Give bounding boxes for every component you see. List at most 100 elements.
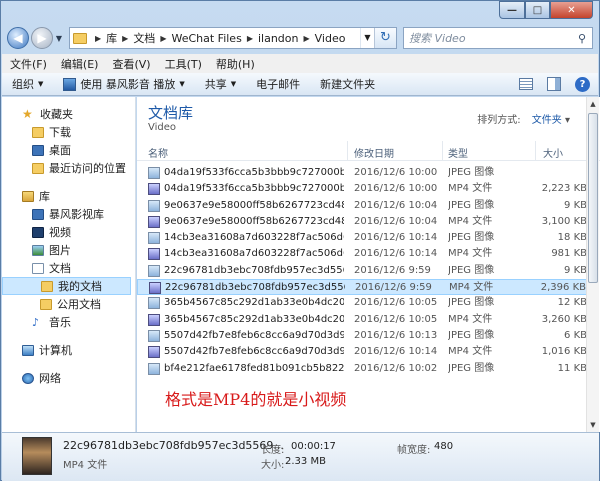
forward-button[interactable]: ▶	[31, 27, 53, 49]
file-row[interactable]: 22c96781db3ebc708fdb957ec3d5569... 2016/1…	[137, 279, 587, 296]
file-row[interactable]: 9e0637e9e58000ff58b6267723cd480... 2016/1…	[137, 198, 587, 214]
search-icon[interactable]: ⚲	[572, 32, 592, 45]
desktop-icon	[32, 144, 44, 156]
details-file-type: MP4 文件	[63, 460, 108, 471]
close-button[interactable]: ✕	[550, 1, 593, 19]
minimize-button[interactable]: —	[499, 1, 525, 19]
column-size[interactable]: 大小	[543, 145, 563, 160]
column-date-modified[interactable]: 修改日期	[354, 145, 394, 160]
file-size: 12 KB	[557, 297, 587, 309]
menu-edit[interactable]: 编辑(E)	[61, 56, 99, 72]
nav-downloads[interactable]: 下载	[2, 123, 135, 141]
menu-tools[interactable]: 工具(T)	[165, 56, 202, 72]
file-type: MP4 文件	[448, 248, 493, 260]
recent-places-icon	[32, 162, 44, 174]
file-size: 9 KB	[564, 199, 587, 211]
breadcrumb-ilandon[interactable]: ilandon	[258, 32, 299, 45]
view-options-icon[interactable]	[519, 78, 533, 90]
scroll-thumb[interactable]	[588, 113, 598, 283]
play-with-button[interactable]: 使用 暴风影音 播放 ▼	[63, 76, 185, 92]
column-name[interactable]: 名称	[148, 145, 168, 160]
new-folder-button[interactable]: 新建文件夹	[320, 76, 375, 92]
preview-pane-icon[interactable]	[547, 77, 561, 91]
file-size: 18 KB	[557, 232, 587, 244]
file-row[interactable]: 5507d42fb7e8feb6c8cc6a9d70d3d96... 2016/1…	[137, 344, 587, 360]
file-size: 2,396 KB	[540, 282, 586, 294]
pictures-icon	[32, 244, 44, 256]
organize-button[interactable]: 组织 ▼	[12, 76, 43, 92]
address-bar[interactable]: ▶ 库 ▶ 文档 ▶ WeChat Files ▶ ilandon ▶ Vide…	[69, 27, 397, 49]
vertical-scrollbar[interactable]: ▲ ▼	[586, 97, 599, 432]
command-bar: 组织 ▼ 使用 暴风影音 播放 ▼ 共享 ▼ 电子邮件 新建文件夹 ?	[2, 73, 598, 96]
computer-icon	[22, 344, 34, 356]
file-row[interactable]: 04da19f533f6cca5b3bbb9c727000b9... 2016/1…	[137, 181, 587, 197]
column-headers: 名称 修改日期 类型 大小	[137, 141, 600, 161]
documents-icon	[32, 262, 44, 274]
scroll-down-icon[interactable]: ▼	[587, 418, 599, 432]
column-type[interactable]: 类型	[448, 145, 468, 160]
network-icon	[22, 372, 34, 384]
address-row: ◀ ▶ ▼ ▶ 库 ▶ 文档 ▶ WeChat Files ▶ ilandon …	[7, 25, 593, 51]
file-row[interactable]: 365b4567c85c292d1ab33e0b4dc208... 2016/12…	[137, 312, 587, 328]
file-row[interactable]: 365b4567c85c292d1ab33e0b4dc208... 2016/12…	[137, 295, 587, 311]
nav-baofeng[interactable]: 暴风影视库	[2, 205, 135, 223]
share-button[interactable]: 共享 ▼	[205, 76, 236, 92]
nav-videos[interactable]: 视频	[2, 223, 135, 241]
nav-recent[interactable]: 最近访问的位置	[2, 159, 135, 177]
file-date: 2016/12/6 10:14	[354, 248, 438, 260]
file-row[interactable]: 04da19f533f6cca5b3bbb9c727000b9... 2016/1…	[137, 165, 587, 181]
file-size: 1,016 KB	[541, 346, 587, 358]
nav-computer[interactable]: 计算机	[2, 341, 135, 359]
help-icon[interactable]: ?	[575, 76, 590, 92]
file-type: MP4 文件	[448, 183, 493, 195]
breadcrumb-video[interactable]: Video	[315, 32, 346, 45]
search-input[interactable]: 搜索 Video ⚲	[403, 27, 593, 49]
file-row[interactable]: bf4e212fae6178fed81b091cb5b8227... 2016/1…	[137, 361, 587, 377]
file-list: 04da19f533f6cca5b3bbb9c727000b9... 2016/1…	[137, 165, 587, 377]
jpeg-file-icon	[148, 329, 160, 342]
menu-file[interactable]: 文件(F)	[10, 56, 47, 72]
details-pane: 22c96781db3ebc708fdb957ec3d5569... MP4 文…	[2, 432, 599, 481]
scroll-up-icon[interactable]: ▲	[587, 97, 599, 111]
mp4-file-icon	[148, 346, 160, 359]
menu-view[interactable]: 查看(V)	[112, 56, 150, 72]
file-type: JPEG 图像	[448, 199, 495, 211]
email-button[interactable]: 电子邮件	[256, 76, 300, 92]
jpeg-file-icon	[148, 297, 160, 310]
refresh-icon[interactable]: ↻	[374, 28, 396, 48]
chevron-down-icon: ▼	[230, 80, 237, 88]
chevron-down-icon[interactable]: ▾	[565, 115, 570, 126]
breadcrumb-wechat-files[interactable]: WeChat Files	[171, 32, 241, 45]
file-list-pane: 文档库 Video 排列方式: 文件夹 ▾ 名称 修改日期 类型 大小 04da…	[137, 97, 600, 432]
nav-favorites[interactable]: ★ 收藏夹	[2, 105, 135, 123]
menu-help[interactable]: 帮助(H)	[216, 56, 255, 72]
breadcrumb-library[interactable]: 库	[106, 30, 117, 46]
nav-documents[interactable]: 文档	[2, 259, 135, 277]
file-row[interactable]: 14cb3ea31608a7d603228f7ac506d6c... 2016/1…	[137, 230, 587, 246]
file-row[interactable]: 22c96781db3ebc708fdb957ec3d5569... 2016/1…	[137, 263, 587, 279]
nav-music[interactable]: ♪ 音乐	[2, 313, 135, 331]
recent-pages-dropdown[interactable]: ▼	[53, 34, 65, 43]
nav-public-documents[interactable]: 公用文档	[2, 295, 135, 313]
back-button[interactable]: ◀	[7, 27, 29, 49]
address-dropdown-icon[interactable]: ▼	[360, 28, 374, 48]
nav-my-documents[interactable]: 我的文档	[2, 277, 131, 295]
file-row[interactable]: 9e0637e9e58000ff58b6267723cd480... 2016/1…	[137, 214, 587, 230]
file-row[interactable]: 14cb3ea31608a7d603228f7ac506d6c... 2016/1…	[137, 246, 587, 262]
breadcrumb-documents[interactable]: 文档	[133, 30, 155, 46]
chevron-down-icon: ▼	[179, 80, 185, 88]
file-type: JPEG 图像	[448, 362, 495, 374]
annotation-text: 格式是MP4的就是小视频	[165, 390, 347, 409]
file-date: 2016/12/6 10:14	[354, 232, 438, 244]
maximize-button[interactable]: □	[525, 1, 550, 19]
nav-network[interactable]: 网络	[2, 369, 135, 387]
file-row[interactable]: 5507d42fb7e8feb6c8cc6a9d70d3d96... 2016/1…	[137, 328, 587, 344]
file-date: 2016/12/6 10:05	[354, 297, 438, 309]
file-name: 14cb3ea31608a7d603228f7ac506d6c...	[164, 248, 344, 260]
nav-pictures[interactable]: 图片	[2, 241, 135, 259]
arrange-dropdown[interactable]: 文件夹	[532, 115, 562, 126]
jpeg-file-icon	[148, 232, 160, 245]
nav-desktop[interactable]: 桌面	[2, 141, 135, 159]
file-type: MP4 文件	[448, 215, 493, 227]
nav-libraries[interactable]: 库	[2, 187, 135, 205]
